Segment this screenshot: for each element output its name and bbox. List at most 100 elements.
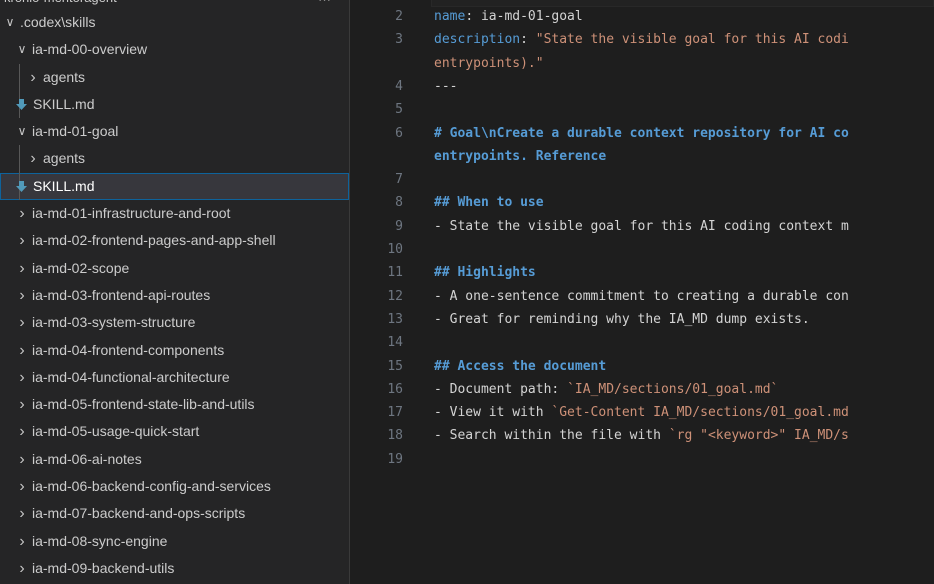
code-line: 17 - View it with `Get-Content IA_MD/sect… xyxy=(351,401,934,424)
chevron-right-icon[interactable]: › xyxy=(16,309,28,336)
line-number: 7 xyxy=(395,172,403,188)
tree-item-label: ia-md-01-goal xyxy=(32,123,119,140)
tree-folder-item[interactable]: › ia-md-04-frontend-components xyxy=(0,337,349,364)
line-number: 15 xyxy=(387,358,403,374)
tree-folder-item[interactable]: › ia-md-01-infrastructure-and-root xyxy=(0,200,349,227)
line-number: 2 xyxy=(395,9,403,24)
line-number: 17 xyxy=(387,405,403,421)
chevron-right-icon[interactable]: › xyxy=(16,364,28,391)
code-text: --- xyxy=(434,75,457,98)
more-actions-icon[interactable]: ··· xyxy=(318,0,331,7)
tree-file-item[interactable]: SKILL.md xyxy=(0,172,349,201)
code-text: - Document path: `IA_MD/sections/01_goal… xyxy=(434,378,778,401)
chevron-right-icon[interactable]: › xyxy=(16,446,28,473)
code-text: entrypoints. Reference xyxy=(434,145,606,168)
tree-folder-item[interactable]: › ia-md-05-frontend-state-lib-and-utils xyxy=(0,391,349,418)
tree-folder-item[interactable]: › ia-md-02-scope xyxy=(0,255,349,282)
code-line: 3 description: "State the visible goal fo… xyxy=(351,28,934,51)
markdown-file-icon xyxy=(16,180,27,192)
tree-folder-item[interactable]: › ia-md-02-frontend-pages-and-app-shell xyxy=(0,227,349,254)
chevron-down-icon[interactable]: ∨ xyxy=(16,118,28,145)
tree-folder-item[interactable]: ∨ ia-md-01-goal xyxy=(0,118,349,145)
tree-folder-item[interactable]: › ia-md-05-usage-quick-start xyxy=(0,418,349,445)
tree-folder-item[interactable]: ∨ .codex\skills xyxy=(0,9,349,36)
tree-item-label: ia-md-01-infrastructure-and-root xyxy=(32,205,231,222)
code-token: - State the visible goal for this AI cod… xyxy=(434,218,849,234)
code-token: entrypoints. Reference xyxy=(434,148,607,164)
code-text: # Goal\nCreate a durable context reposit… xyxy=(434,122,849,145)
line-number: 11 xyxy=(387,265,403,281)
code-line: 7 xyxy=(351,168,934,191)
line-number: 5 xyxy=(395,102,403,118)
tree-folder-item[interactable]: › agents xyxy=(0,63,349,91)
code-text: - A one-sentence commitment to creating … xyxy=(434,285,849,308)
chevron-right-icon[interactable]: › xyxy=(16,500,28,527)
chevron-right-icon[interactable]: › xyxy=(16,227,28,254)
tree-file-item[interactable]: SKILL.md xyxy=(0,90,349,119)
tree-item-label: SKILL.md xyxy=(33,177,95,194)
tree-folder-item[interactable]: › ia-md-04-functional-architecture xyxy=(0,364,349,391)
code-text: - Search within the file with `rg "<keyw… xyxy=(434,424,849,447)
chevron-right-icon[interactable]: › xyxy=(16,255,28,282)
tree-folder-item[interactable]: › agents xyxy=(0,145,349,173)
indent-guide xyxy=(19,145,20,173)
code-editor[interactable]: 2 name: ia-md-01-goal 3 description: "State… xyxy=(351,0,934,584)
tree-item-label: ia-md-04-frontend-components xyxy=(32,341,225,358)
chevron-right-icon[interactable]: › xyxy=(16,473,28,500)
tree-item-label: ia-md-03-frontend-api-routes xyxy=(32,286,211,303)
chevron-down-icon[interactable]: ∨ xyxy=(16,36,28,63)
code-line: 5 xyxy=(351,98,934,121)
code-line: 16 - Document path: `IA_MD/sections/01_go… xyxy=(351,378,934,401)
tree-folder-item[interactable]: › ia-md-07-backend-and-ops-scripts xyxy=(0,500,349,527)
code-text: name: ia-md-01-goal xyxy=(434,5,583,28)
code-line: 10 xyxy=(351,238,934,261)
code-token: - Great for reminding why the IA_MD dump… xyxy=(434,311,810,327)
code-text: ## Access the document xyxy=(434,355,606,378)
chevron-right-icon[interactable]: › xyxy=(16,528,28,555)
line-number: 3 xyxy=(395,32,403,48)
code-token: - A one-sentence commitment to creating … xyxy=(434,288,849,304)
code-line: 12 - A one-sentence commitment to creatin… xyxy=(351,285,934,308)
tree-item-label: ia-md-06-ai-notes xyxy=(32,450,142,467)
line-number: 13 xyxy=(387,311,403,327)
tree-folder-item[interactable]: › ia-md-06-ai-notes xyxy=(0,446,349,473)
chevron-down-icon[interactable]: ∨ xyxy=(4,9,16,36)
tree-folder-item[interactable]: ∨ ia-md-00-overview xyxy=(0,36,349,63)
chevron-right-icon[interactable]: › xyxy=(16,418,28,445)
code-text: description: "State the visible goal for… xyxy=(434,28,849,51)
tree-item-label: ia-md-04-functional-architecture xyxy=(32,368,230,385)
line-number: 10 xyxy=(387,242,403,257)
chevron-right-icon[interactable]: › xyxy=(16,555,28,582)
code-line: 18 - Search within the file with `rg "<ke… xyxy=(351,424,934,447)
code-token: name xyxy=(434,9,466,24)
tree-folder-item[interactable]: › ia-md-03-frontend-api-routes xyxy=(0,282,349,309)
code-token: - Document path: xyxy=(434,381,568,397)
line-number: 9 xyxy=(395,218,403,234)
chevron-right-icon[interactable]: › xyxy=(27,145,39,172)
tree-item-label: SKILL.md xyxy=(33,95,95,112)
tree-item-label: ia-md-05-usage-quick-start xyxy=(32,423,200,440)
tree-folder-item[interactable]: › ia-md-06-backend-config-and-services xyxy=(0,473,349,500)
code-token: description xyxy=(434,32,521,48)
chevron-right-icon[interactable]: › xyxy=(16,337,28,364)
line-number: 18 xyxy=(387,428,403,444)
line-number: 8 xyxy=(395,195,403,211)
code-line: 9 - State the visible goal for this AI co… xyxy=(351,215,934,238)
chevron-right-icon[interactable]: › xyxy=(16,391,28,418)
tree-item-label: ia-md-05-frontend-state-lib-and-utils xyxy=(32,396,255,413)
code-token: - View it with xyxy=(434,405,552,421)
code-line: 4 --- xyxy=(351,75,934,98)
tree-folder-item[interactable]: › ia-md-09-backend-utils xyxy=(0,555,349,582)
code-token: `rg "<keyword>" IA_MD/s xyxy=(668,428,849,444)
chevron-right-icon[interactable]: › xyxy=(16,282,28,309)
code-line: 14 xyxy=(351,331,934,354)
tree-item-label: ia-md-06-backend-config-and-services xyxy=(32,478,271,495)
tree-item-label: agents xyxy=(43,150,86,167)
code-token: ## Access the document xyxy=(434,358,607,374)
tree-folder-item[interactable]: › ia-md-08-sync-engine xyxy=(0,528,349,555)
chevron-right-icon[interactable]: › xyxy=(16,200,28,227)
chevron-right-icon[interactable]: › xyxy=(27,64,39,91)
code-token: # Goal\nCreate a durable context reposit… xyxy=(434,125,849,141)
code-token: --- xyxy=(434,78,458,94)
tree-folder-item[interactable]: › ia-md-03-system-structure xyxy=(0,309,349,336)
